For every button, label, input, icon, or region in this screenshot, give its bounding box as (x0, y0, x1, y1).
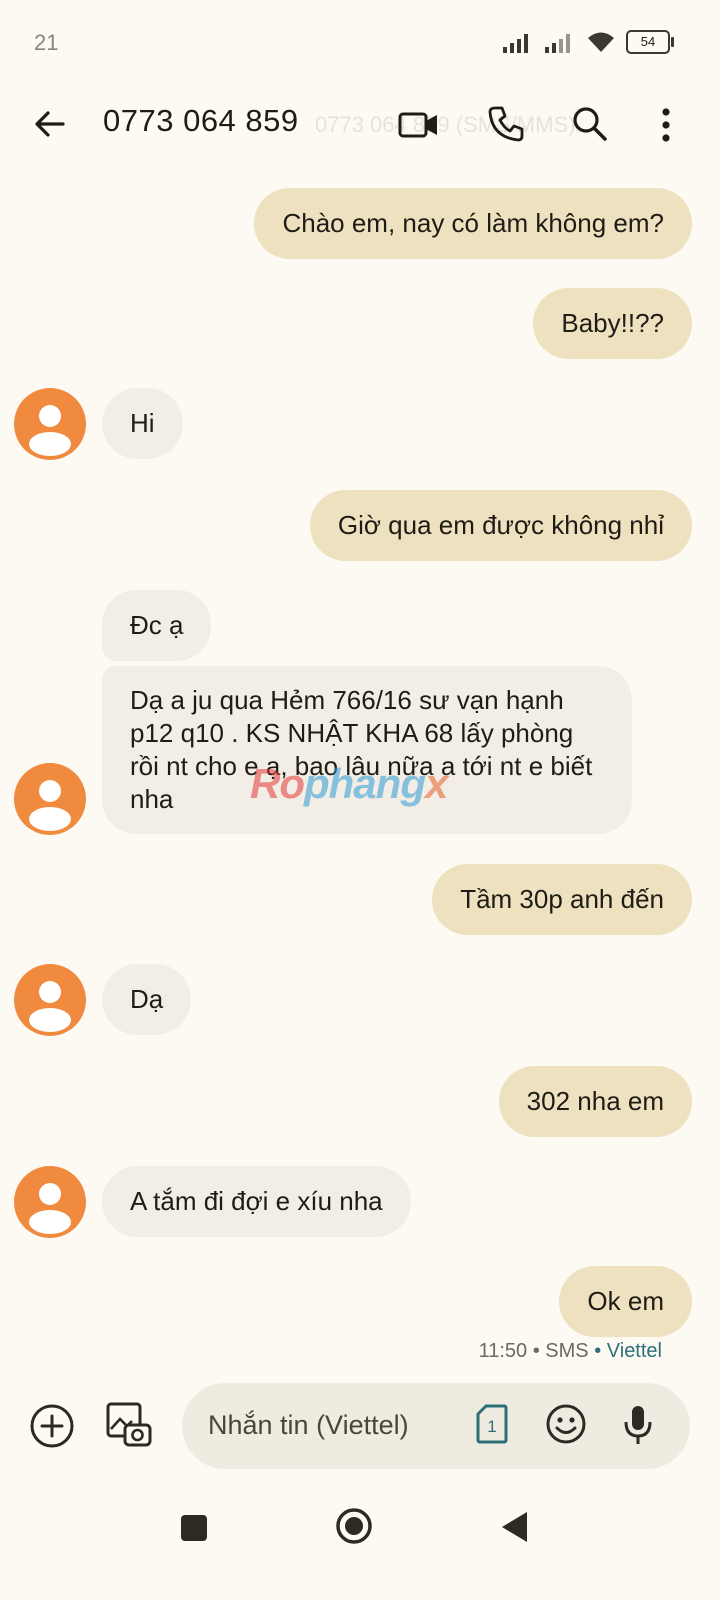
message-outgoing[interactable]: Ok em (559, 1266, 692, 1337)
emoji-icon[interactable] (544, 1402, 588, 1446)
mic-icon[interactable] (618, 1402, 658, 1448)
contact-avatar[interactable] (14, 1166, 86, 1238)
message-incoming[interactable]: Dạ a ju qua Hẻm 766/16 sư vạn hạnh p12 q… (102, 666, 632, 834)
status-bar: 21 54 (0, 0, 720, 88)
back-triangle-icon[interactable] (496, 1508, 532, 1546)
wifi-icon (588, 32, 614, 52)
message-carrier: Viettel (606, 1340, 662, 1362)
message-incoming[interactable]: Hi (102, 388, 183, 459)
signal-icon (503, 34, 528, 53)
message-input-placeholder: Nhắn tin (Viettel) (208, 1410, 409, 1440)
watermark-logo: Rophangx (250, 760, 448, 807)
add-circle-icon[interactable] (28, 1402, 76, 1450)
contact-avatar[interactable] (14, 964, 86, 1036)
video-call-icon[interactable] (396, 104, 442, 146)
contact-subtitle-ghost: 0773 064 859 (SMS/MMS) (315, 112, 576, 137)
contact-title[interactable]: 0773 064 859 (103, 103, 299, 139)
status-icons: 54 (502, 30, 674, 54)
phone-icon[interactable] (484, 102, 528, 146)
contact-avatar[interactable] (14, 388, 86, 460)
arrow-left-icon[interactable] (28, 102, 72, 146)
message-outgoing[interactable]: Baby!!?? (533, 288, 692, 359)
home-circle-icon[interactable] (332, 1504, 376, 1548)
message-outgoing[interactable]: Giờ qua em được không nhỉ (309, 490, 692, 561)
signal-icon (545, 34, 570, 53)
message-incoming[interactable]: Dạ (102, 964, 192, 1035)
search-icon[interactable] (570, 104, 610, 144)
svg-text:1: 1 (487, 1417, 496, 1436)
recents-square-icon[interactable] (176, 1510, 212, 1546)
message-incoming[interactable]: A tắm đi đợi e xíu nha (102, 1166, 411, 1237)
sim-card-icon[interactable]: 1 (474, 1402, 510, 1446)
gallery-camera-icon[interactable] (104, 1400, 154, 1450)
message-outgoing[interactable]: 302 nha em (498, 1066, 692, 1137)
status-time: 21 (34, 30, 59, 55)
message-time: 11:50 (478, 1340, 528, 1362)
message-type: SMS (545, 1340, 589, 1362)
message-meta: 11:50 • SMS • Viettel (478, 1340, 662, 1362)
more-vertical-icon[interactable] (652, 104, 680, 146)
message-outgoing[interactable]: Chào em, nay có làm không em? (254, 188, 692, 259)
contact-avatar[interactable] (14, 763, 86, 835)
message-incoming[interactable]: Đc ạ (102, 590, 212, 661)
message-outgoing[interactable]: Tầm 30p anh đến (432, 864, 692, 935)
battery-icon: 54 (626, 30, 674, 54)
